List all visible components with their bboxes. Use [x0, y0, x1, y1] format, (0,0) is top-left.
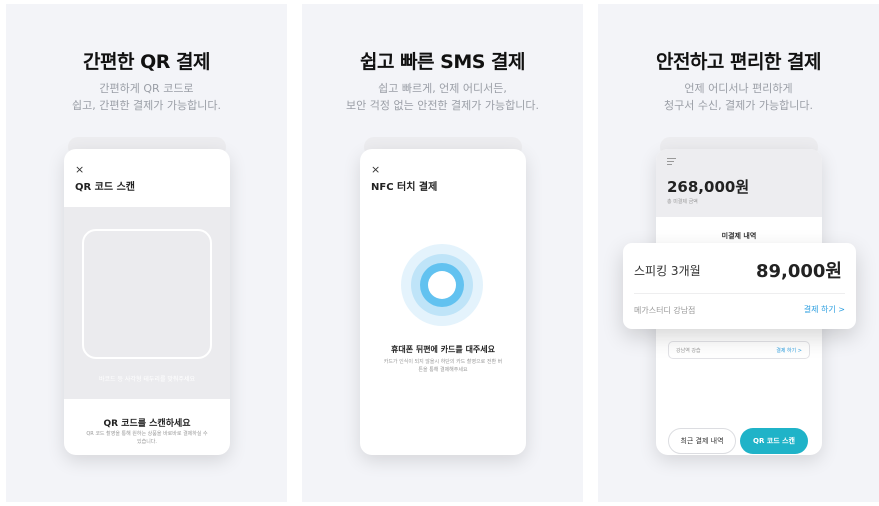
panel-subtitle: 언제 어디서나 편리하게 청구서 수신, 결제가 가능합니다. [663, 82, 814, 112]
nfc-center-icon [428, 271, 456, 299]
bill-item-card[interactable]: 강남역 강습 결제 하기 > [668, 341, 810, 359]
recent-payments-button[interactable]: 최근 결제 내역 [668, 428, 736, 454]
nfc-instruction-title: 휴대폰 뒤편에 카드를 대주세요 [390, 345, 496, 354]
panel-subtitle: 간편하게 QR 코드로 쉽고, 간편한 결제가 가능합니다. [71, 82, 222, 112]
divider [634, 293, 845, 294]
camera-view: 바코드 등 사각형 테두리를 맞춰주세요 [64, 207, 230, 399]
nfc-instruction-desc: 카드가 인식이 되지 않을시 하단의 카드 촬영으로 전환 버튼을 통해 결제해… [383, 359, 503, 373]
bill-item-name: 강남역 강습 [676, 348, 701, 354]
summary-header: 268,000원 총 미결제 금액 [656, 149, 822, 217]
qr-scan-button[interactable]: QR 코드 스캔 [740, 428, 808, 454]
panel-qr-payment: 간편한 QR 결제 간편하게 QR 코드로 쉽고, 간편한 결제가 가능합니다.… [6, 4, 287, 502]
screen-title: NFC 터치 결제 [371, 182, 438, 193]
close-icon[interactable]: × [75, 163, 84, 176]
bill-item-price: 89,000원 [755, 261, 842, 282]
screen-title: QR 코드 스캔 [75, 182, 135, 193]
panel-subtitle: 쉽고 빠르게, 언제 어디서든, 보안 걱정 없는 안전한 결제가 가능합니다. [345, 82, 540, 112]
panel-bill-payment: 안전하고 편리한 결제 언제 어디서나 편리하게 청구서 수신, 결제가 가능합… [598, 4, 879, 502]
phone-mockup: × QR 코드 스캔 바코드 등 사각형 테두리를 맞춰주세요 QR 코드를 스… [64, 149, 230, 455]
scan-hint: 바코드 등 사각형 테두리를 맞춰주세요 [99, 376, 195, 383]
pay-link[interactable]: 결제 하기 > [804, 304, 845, 315]
panel-title: 안전하고 편리한 결제 [655, 51, 822, 73]
scan-frame [82, 229, 212, 359]
panel-title: 간편한 QR 결제 [83, 51, 210, 73]
unpaid-section-title: 미결제 내역 [721, 232, 757, 240]
scan-instruction-title: QR 코드를 스캔하세요 [103, 419, 191, 429]
total-amount-label: 총 미결제 금액 [667, 199, 698, 205]
bill-card[interactable]: 스피킹 3개월 89,000원 메가스터디 강남점 결제 하기 > [623, 243, 856, 329]
panel-title: 쉽고 빠른 SMS 결제 [360, 51, 526, 73]
bill-item-name: 스피킹 3개월 [634, 264, 701, 278]
pay-link[interactable]: 결제 하기 > [776, 347, 802, 354]
close-icon[interactable]: × [371, 163, 380, 176]
panel-sms-payment: 쉽고 빠른 SMS 결제 쉽고 빠르게, 언제 어디서든, 보안 걱정 없는 안… [302, 4, 583, 502]
phone-mockup: × NFC 터치 결제 휴대폰 뒤편에 카드를 대주세요 카드가 인식이 되지 … [360, 149, 526, 455]
total-amount: 268,000원 [667, 178, 750, 196]
scan-instruction-desc: QR 코드 촬영을 통해 원하는 상품을 바로바로 결제하실 수 있습니다. [86, 431, 208, 445]
bill-item-place: 메가스터디 강남점 [634, 306, 696, 315]
menu-icon[interactable] [667, 158, 676, 167]
